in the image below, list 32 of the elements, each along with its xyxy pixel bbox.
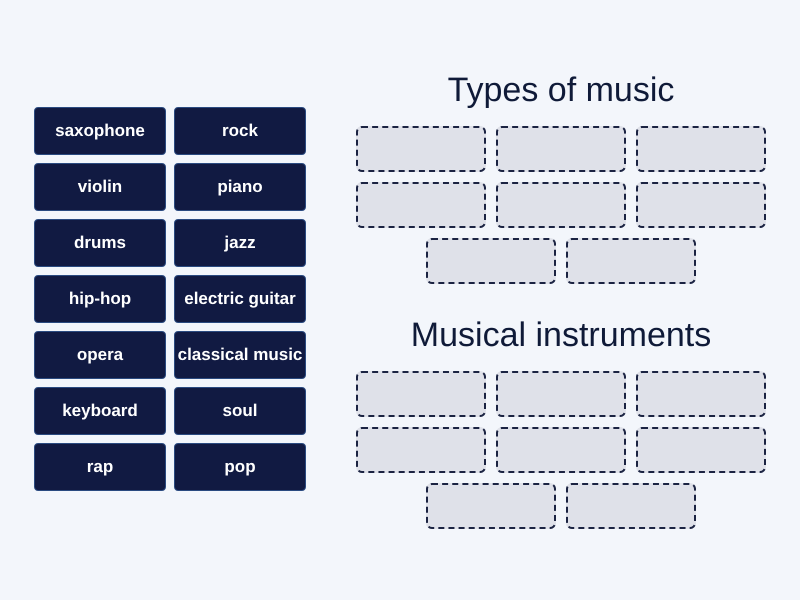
answer-box[interactable] [636,427,766,473]
answer-box[interactable] [636,371,766,417]
word-tile[interactable]: keyboard [34,387,166,435]
answer-box[interactable] [566,238,696,284]
category-heading: Musical instruments [410,315,712,355]
word-tile[interactable]: drums [34,219,166,267]
word-tile[interactable]: pop [174,443,306,491]
answer-box[interactable] [356,427,486,473]
answer-box[interactable] [496,182,626,228]
answer-box[interactable] [496,371,626,417]
answer-box[interactable] [426,238,556,284]
answer-box[interactable] [636,182,766,228]
word-tile[interactable]: piano [174,163,306,211]
answer-box[interactable] [356,182,486,228]
word-tile[interactable]: electric guitar [174,275,306,323]
answer-box[interactable] [356,371,486,417]
word-tile[interactable]: jazz [174,219,306,267]
answer-box[interactable] [426,483,556,529]
answer-box[interactable] [636,126,766,172]
word-tile[interactable]: rock [174,107,306,155]
word-tile[interactable]: soul [174,387,306,435]
word-tile[interactable]: classical music [174,331,306,379]
word-tile[interactable]: hip-hop [34,275,166,323]
answer-box[interactable] [496,126,626,172]
category-heading: Types of music [448,70,674,110]
word-tile[interactable]: opera [34,331,166,379]
answer-box[interactable] [356,126,486,172]
word-tile[interactable]: violin [34,163,166,211]
word-tile[interactable]: saxophone [34,107,166,155]
answer-box[interactable] [496,427,626,473]
word-tile[interactable]: rap [34,443,166,491]
answer-box[interactable] [566,483,696,529]
